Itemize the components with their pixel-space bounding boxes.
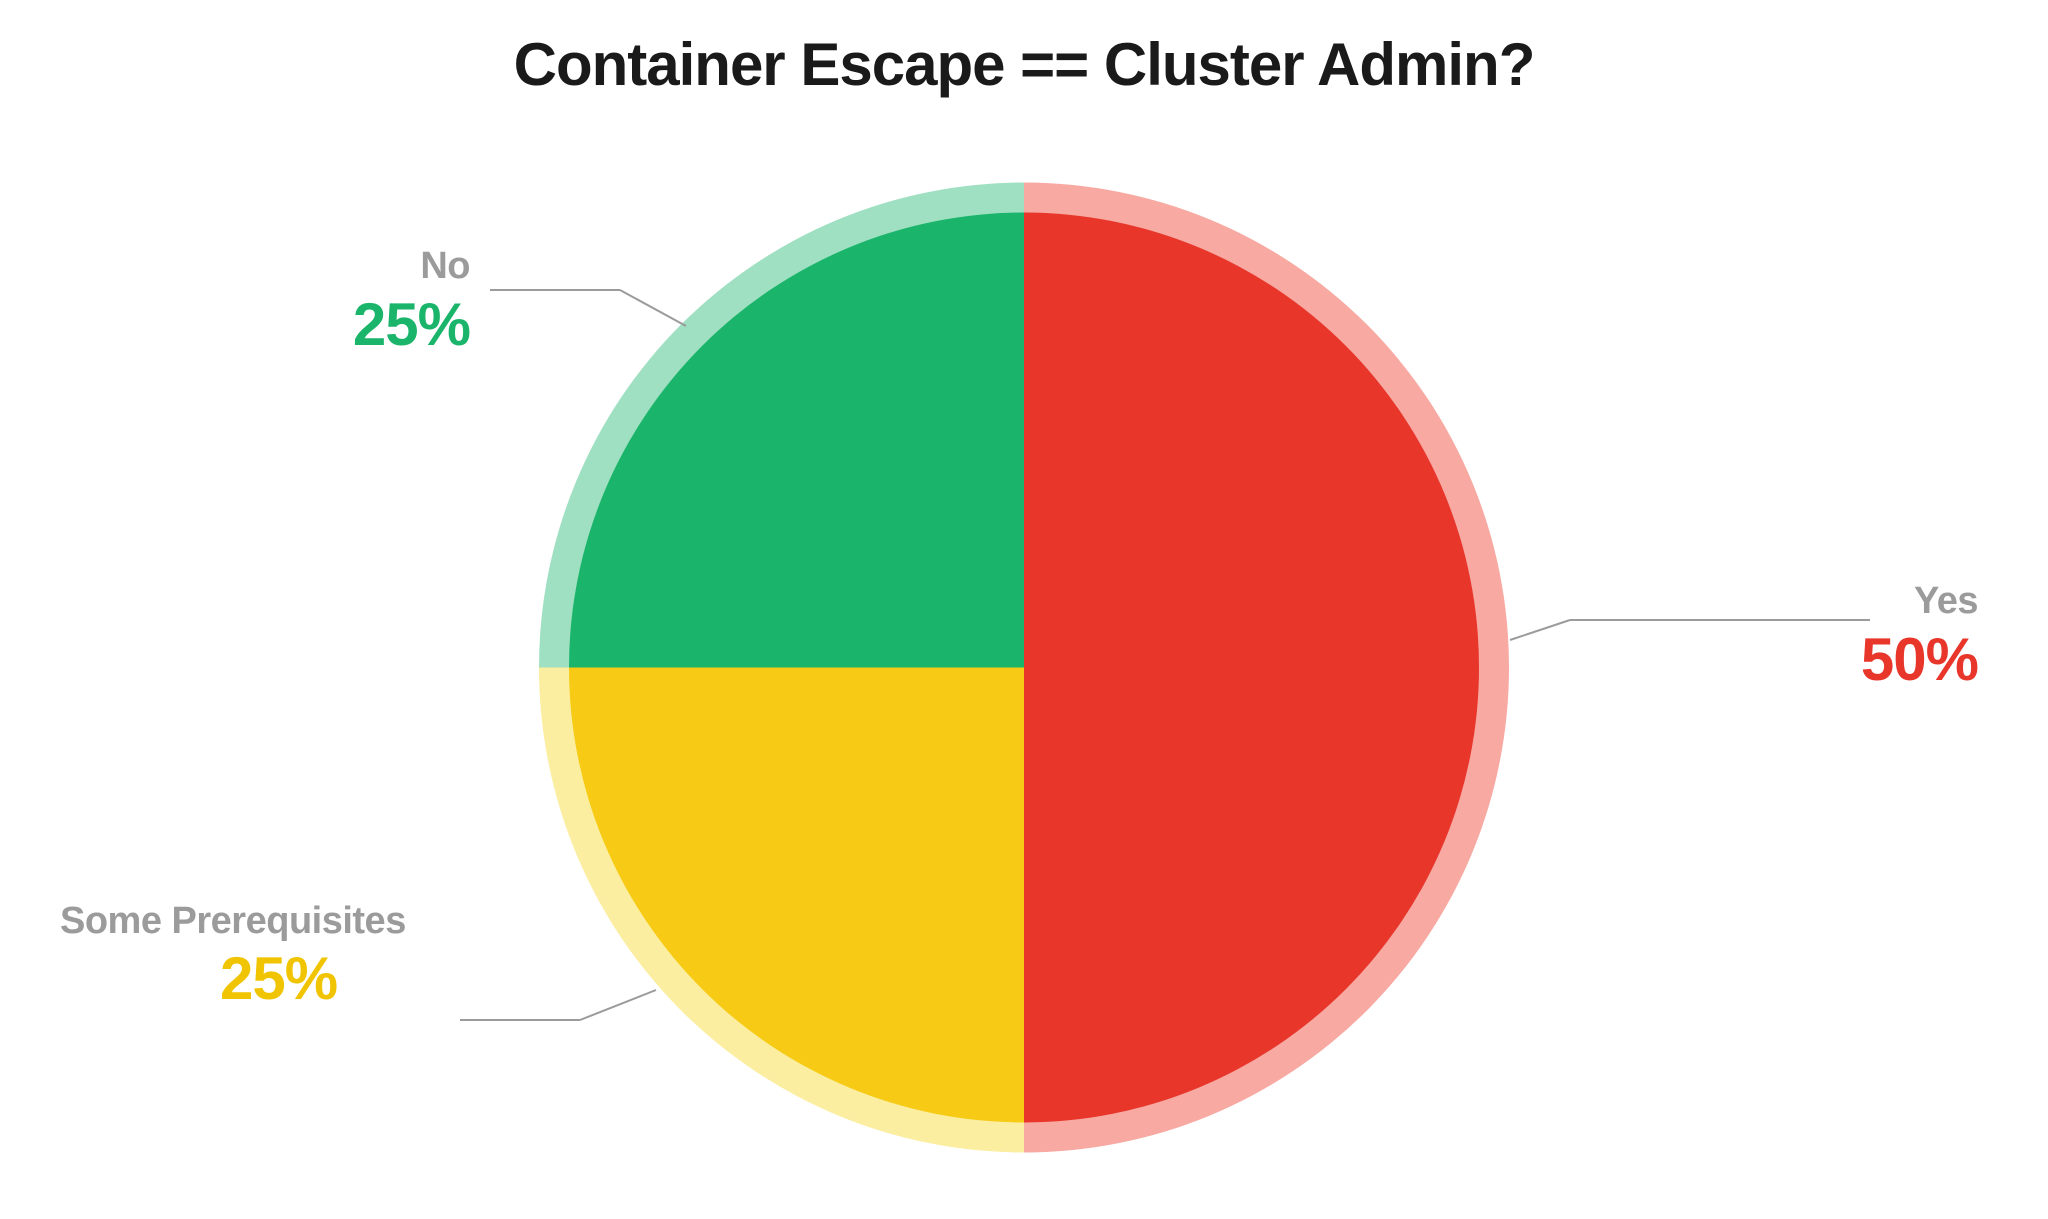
pie-chart: Container Escape == Cluster Admin? [0, 0, 2048, 1219]
callout-value-some-prerequisites: 25% [220, 944, 337, 1013]
callout-label-some-prerequisites: Some Prerequisites [60, 900, 406, 943]
chart-title: Container Escape == Cluster Admin? [0, 30, 2048, 99]
callout-label-no: No [300, 245, 470, 288]
pie-slice-yes [1024, 213, 1479, 1123]
callout-label-yes: Yes [1914, 580, 1978, 623]
pie-slice-some-prerequisites [569, 668, 1024, 1123]
pie-slice-no [569, 213, 1024, 668]
pie-graphic [524, 168, 1524, 1173]
callout-value-yes: 50% [1861, 625, 1978, 694]
callout-value-no: 25% [280, 290, 470, 359]
